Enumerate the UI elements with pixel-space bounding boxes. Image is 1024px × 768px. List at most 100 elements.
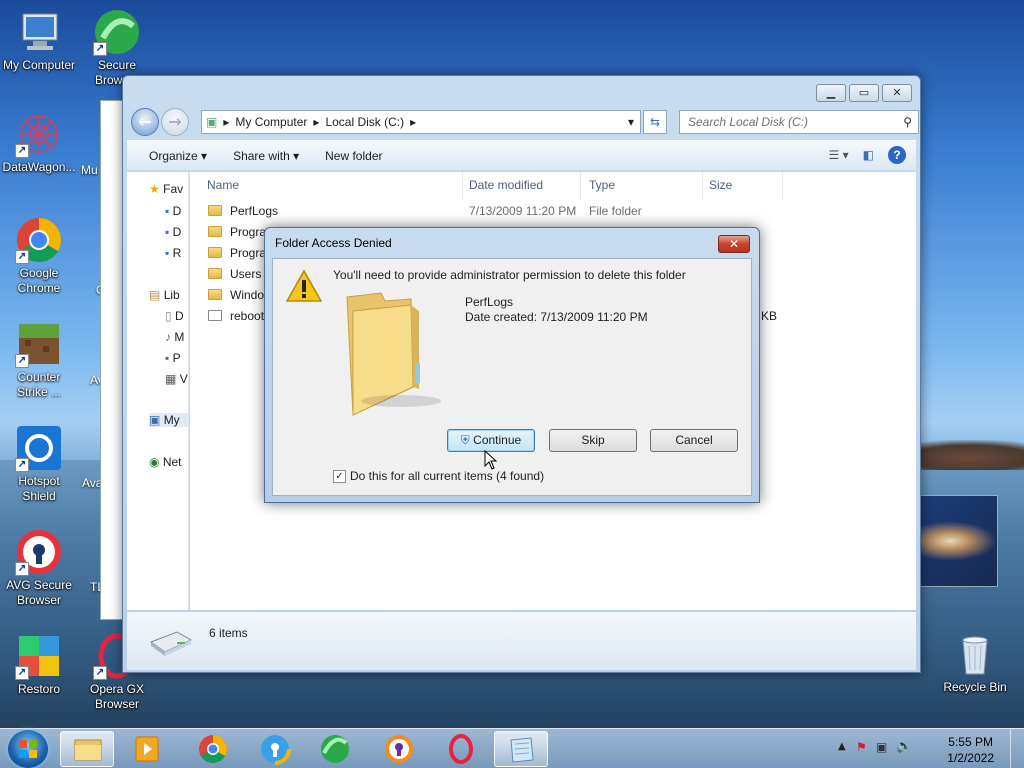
secure-shield-browser-icon xyxy=(259,733,291,765)
desktop-wallpaper-detail xyxy=(918,495,998,587)
taskbar-explorer[interactable] xyxy=(60,731,114,767)
checkbox-label: Do this for all current items (4 found) xyxy=(350,469,545,483)
address-bar[interactable]: ▣ ▸ My Computer ▸ Local Disk (C:) ▸ ▾ xyxy=(201,110,641,134)
desktop-icon-datawagon[interactable]: ↗ DataWagon... xyxy=(1,110,77,175)
taskbar-green-browser[interactable] xyxy=(308,731,362,767)
notepad-icon xyxy=(510,737,534,763)
dialog-close-button[interactable]: ✕ xyxy=(718,235,750,253)
nav-item-documents[interactable]: ▯ D xyxy=(165,309,184,323)
start-button[interactable] xyxy=(8,730,48,768)
green-browser-icon xyxy=(321,735,349,763)
column-header-type[interactable]: Type xyxy=(589,178,615,192)
chrome-icon xyxy=(199,735,227,763)
window-caption-buttons: ▁ ▭ ✕ xyxy=(816,84,912,102)
view-options-icon[interactable]: ☰ ▾ xyxy=(829,148,849,162)
desktop-icon-avg-secure-browser[interactable]: ↗ AVG Secure Browser xyxy=(1,528,77,608)
nav-item-videos[interactable]: ▦ V xyxy=(165,372,188,386)
clock-time: 5:55 PM xyxy=(948,735,993,749)
cancel-button[interactable]: Cancel xyxy=(650,429,738,452)
dialog-message: You'll need to provide administrator per… xyxy=(333,268,686,282)
taskbar-media-player[interactable] xyxy=(120,731,174,767)
show-hidden-icons[interactable]: ▲ xyxy=(838,741,846,752)
nav-item-recent[interactable]: ▪ R xyxy=(165,246,181,260)
search-input[interactable]: Search Local Disk (C:) ⚲ xyxy=(679,110,919,134)
minimize-button[interactable]: ▁ xyxy=(816,84,846,102)
folder-icon xyxy=(208,289,222,300)
computer-icon: ▣ xyxy=(206,115,218,129)
close-window-button[interactable]: ✕ xyxy=(882,84,912,102)
table-row[interactable]: PerfLogs 7/13/2009 11:20 PM File folder xyxy=(204,202,804,222)
volume-icon[interactable]: 🔈 xyxy=(896,739,912,754)
desktop-icon-google-chrome[interactable]: ↗ Google Chrome xyxy=(1,216,77,296)
taskbar-secure-browser[interactable] xyxy=(248,731,302,767)
nav-item-music[interactable]: ♪ M xyxy=(165,330,184,344)
restoro-icon: ↗ xyxy=(15,632,63,680)
back-button[interactable]: ← xyxy=(131,108,159,136)
maximize-button[interactable]: ▭ xyxy=(849,84,879,102)
organize-button[interactable]: Organize ▾ xyxy=(145,147,211,165)
recycle-bin-icon xyxy=(951,630,999,678)
desktop-icon-counter-strike[interactable]: ↗ Counter Strike ... xyxy=(1,320,77,400)
taskbar-notepad[interactable] xyxy=(494,731,548,767)
refresh-button[interactable]: ⇆ xyxy=(643,110,667,134)
navigation-pane: ★ Fav ▪ D ▪ D ▪ R ▤ Lib ▯ D ♪ M ▪ P ▦ V … xyxy=(127,172,189,610)
nav-item-downloads[interactable]: ▪ D xyxy=(165,225,181,239)
folder-date-created: Date created: 7/13/2009 11:20 PM xyxy=(465,310,648,324)
folder-icon xyxy=(339,291,459,416)
nav-item-favorites[interactable]: ★ Fav xyxy=(149,182,183,196)
new-folder-button[interactable]: New folder xyxy=(321,147,386,165)
apply-to-all-checkbox[interactable]: ✓ Do this for all current items (4 found… xyxy=(333,469,544,483)
uac-shield-icon: ⛨ xyxy=(460,433,470,447)
breadcrumb-local-disk[interactable]: Local Disk (C:) xyxy=(325,115,404,129)
secure-browser-icon: ↗ xyxy=(93,8,141,56)
skip-button[interactable]: Skip xyxy=(549,429,637,452)
share-with-button[interactable]: Share with ▾ xyxy=(229,147,303,165)
column-header-size[interactable]: Size xyxy=(709,178,732,192)
toolbar-right: ☰ ▾ ◧ ? xyxy=(829,146,906,164)
taskbar-chrome[interactable] xyxy=(186,731,240,767)
preview-pane-icon[interactable]: ◧ xyxy=(863,148,874,162)
clock[interactable]: 5:55 PM 1/2/2022 xyxy=(947,734,994,766)
help-icon[interactable]: ? xyxy=(888,146,906,164)
avg-browser-icon: ↗ xyxy=(15,528,63,576)
column-header-date[interactable]: Date modified xyxy=(469,178,543,192)
taskbar-avg-browser[interactable] xyxy=(372,731,426,767)
address-area: ← → ▣ ▸ My Computer ▸ Local Disk (C:) ▸ … xyxy=(131,107,919,137)
action-center-icon[interactable]: ⚑ xyxy=(856,740,867,754)
folder-icon xyxy=(208,268,222,279)
datawagon-icon: ↗ xyxy=(15,110,63,158)
computer-icon xyxy=(15,8,63,56)
taskbar-opera[interactable] xyxy=(434,731,488,767)
nav-item-my-computer[interactable]: ▣ My xyxy=(149,413,189,427)
drive-icon xyxy=(147,622,193,661)
nav-item-desktop[interactable]: ▪ D xyxy=(165,204,181,218)
windows-logo-icon xyxy=(19,740,37,758)
avg-browser-icon xyxy=(385,735,413,763)
breadcrumb-separator-icon: ▸ xyxy=(313,115,320,129)
continue-button[interactable]: ⛨ Continue xyxy=(447,429,535,452)
network-icon[interactable]: ▣ xyxy=(876,740,887,754)
dialog-title: Folder Access Denied xyxy=(275,236,392,250)
desktop-icon-hotspot-shield[interactable]: ↗ Hotspot Shield xyxy=(1,424,77,504)
nav-item-libraries[interactable]: ▤ Lib xyxy=(149,288,180,302)
nav-item-pictures[interactable]: ▪ P xyxy=(165,351,181,365)
file-size-partial: KB xyxy=(761,309,778,323)
desktop-icon-my-computer[interactable]: My Computer xyxy=(1,8,77,73)
show-desktop-button[interactable] xyxy=(1010,729,1024,768)
system-tray: ▲ ⚑ ▣ 🔈 5:55 PM 1/2/2022 xyxy=(834,729,1024,768)
column-header-name[interactable]: Name xyxy=(207,178,239,192)
folder-info: PerfLogs Date created: 7/13/2009 11:20 P… xyxy=(465,295,648,325)
forward-button[interactable]: → xyxy=(161,108,189,136)
taskbar: ▲ ⚑ ▣ 🔈 5:55 PM 1/2/2022 xyxy=(0,728,1024,768)
chevron-down-icon[interactable]: ▾ xyxy=(628,115,634,129)
checkbox-check-icon[interactable]: ✓ xyxy=(333,469,346,483)
chrome-icon: ↗ xyxy=(15,216,63,264)
desktop-icon-recycle-bin[interactable]: Recycle Bin xyxy=(937,630,1013,695)
nav-item-network[interactable]: ◉ Net xyxy=(149,455,182,469)
breadcrumb-my-computer[interactable]: My Computer xyxy=(235,115,307,129)
desktop-icon-restoro[interactable]: ↗ Restoro xyxy=(1,632,77,697)
clock-date: 1/2/2022 xyxy=(947,751,994,765)
search-icon[interactable]: ⚲ xyxy=(903,111,912,133)
folder-icon xyxy=(208,247,222,258)
partial-icon-label: Mu xyxy=(81,163,98,177)
